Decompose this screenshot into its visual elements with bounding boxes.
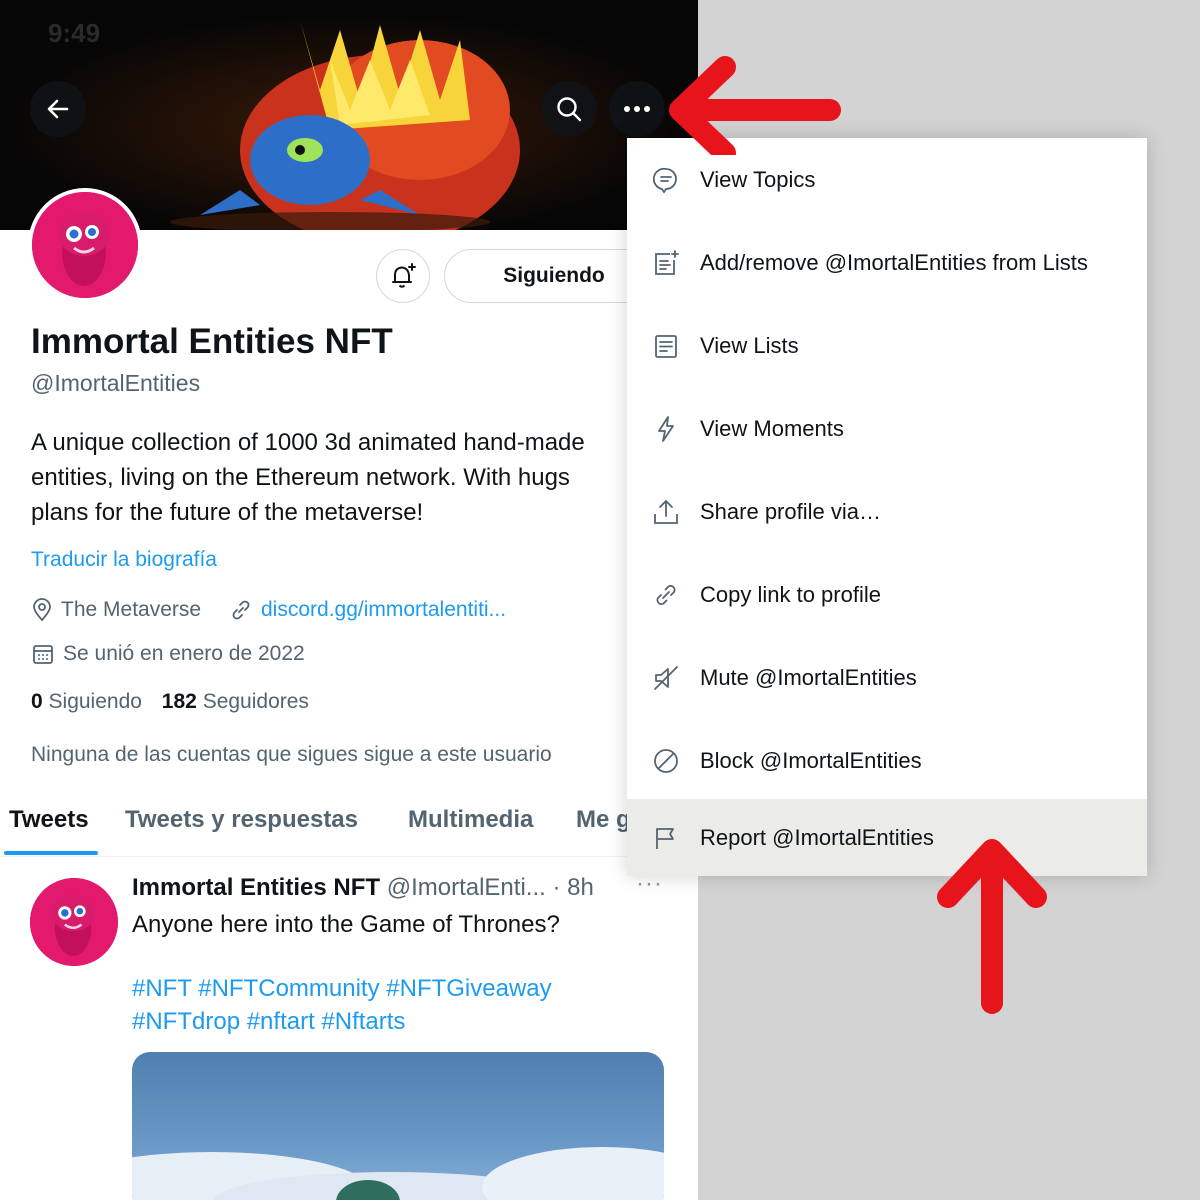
- search-button[interactable]: [541, 81, 597, 137]
- tab-media[interactable]: Multimedia: [408, 806, 533, 834]
- joined-text: Se unió en enero de 2022: [63, 642, 305, 665]
- link-icon: [232, 600, 250, 620]
- menu-item-view-lists[interactable]: View Lists: [627, 304, 1147, 387]
- bio-line: plans for the future of the metaverse!: [31, 499, 424, 526]
- translate-bio-link[interactable]: Traducir la biografía: [31, 548, 217, 572]
- hashtags-line[interactable]: #NFTdrop #nftart #Nftarts: [132, 1005, 552, 1038]
- menu-item-view-moments[interactable]: View Moments: [627, 387, 1147, 470]
- tweet-time: · 8h: [552, 874, 594, 901]
- search-icon: [557, 97, 582, 122]
- avatar-image: [32, 192, 138, 298]
- lightning-icon: [651, 414, 681, 444]
- menu-item-label: View Topics: [700, 166, 816, 192]
- profile-avatar[interactable]: [28, 188, 142, 302]
- website-link[interactable]: discord.gg/immortalentiti...: [261, 598, 506, 622]
- menu-item-label: Block @ImortalEntities: [700, 747, 922, 773]
- share-icon: [651, 497, 681, 527]
- menu-item-label: View Lists: [700, 332, 799, 358]
- tweet-text: Anyone here into the Game of Thrones?: [132, 911, 560, 938]
- menu-item-label: View Moments: [700, 415, 844, 441]
- following-count: 0: [31, 690, 43, 713]
- more-options-button[interactable]: [609, 81, 665, 137]
- tweet-handle: @ImortalEnti...: [386, 874, 546, 901]
- flag-icon: [651, 823, 681, 853]
- notifications-bell-button[interactable]: [376, 249, 430, 303]
- menu-item-label: Share profile via…: [700, 498, 881, 524]
- profile-more-menu: View Topics Add/remove @ImortalEntities …: [627, 138, 1147, 876]
- annotation-arrow-left: [669, 56, 841, 155]
- mute-icon: [651, 663, 681, 693]
- tab-tweets[interactable]: Tweets: [9, 806, 89, 834]
- follow-counts: 0 Siguiendo 182 Seguidores: [31, 690, 309, 714]
- menu-item-mute[interactable]: Mute @ImortalEntities: [627, 636, 1147, 719]
- menu-item-report[interactable]: Report @ImortalEntities: [627, 799, 1147, 876]
- profile-website[interactable]: discord.gg/immortalentiti...: [229, 598, 506, 622]
- menu-item-label: Mute @ImortalEntities: [700, 664, 917, 690]
- following-count-link[interactable]: 0 Siguiendo: [31, 690, 142, 713]
- tweet-media-image[interactable]: [132, 1052, 664, 1200]
- status-time: 9:49: [48, 18, 101, 48]
- tab-likes[interactable]: Me g: [576, 806, 631, 834]
- following-label: Siguiendo: [48, 690, 142, 713]
- back-button[interactable]: [30, 81, 86, 137]
- menu-item-block[interactable]: Block @ImortalEntities: [627, 719, 1147, 802]
- back-arrow-icon: [47, 99, 69, 119]
- bio-line: A unique collection of 1000 3d animated …: [31, 429, 585, 456]
- calendar-icon: [33, 645, 53, 664]
- more-dots-icon: [624, 106, 650, 112]
- hashtags-line[interactable]: #NFT #NFTCommunity #NFTGiveaway: [132, 972, 552, 1005]
- list-add-icon: [651, 248, 681, 278]
- profile-location: The Metaverse: [31, 598, 201, 622]
- followers-count-link[interactable]: 182 Seguidores: [162, 690, 309, 713]
- tweet-avatar[interactable]: [30, 878, 118, 966]
- bio-line: entities, living on the Ethereum network…: [31, 464, 570, 491]
- location-text: The Metaverse: [61, 598, 202, 621]
- menu-item-add-remove-lists[interactable]: Add/remove @ImortalEntities from Lists: [627, 221, 1147, 304]
- location-pin-icon: [33, 598, 51, 622]
- profile-name: Immortal Entities NFT: [31, 322, 393, 361]
- profile-bio: A unique collection of 1000 3d animated …: [31, 425, 585, 530]
- list-icon: [651, 331, 681, 361]
- menu-item-share-profile[interactable]: Share profile via…: [627, 470, 1147, 553]
- annotation-arrow-up: [937, 839, 1047, 1014]
- profile-joined: Se unió en enero de 2022: [31, 642, 305, 666]
- tweet-hashtags: #NFT #NFTCommunity #NFTGiveaway #NFTdrop…: [132, 972, 552, 1038]
- tab-tweets-replies[interactable]: Tweets y respuestas: [125, 806, 358, 834]
- menu-item-label: Report @ImortalEntities: [700, 824, 934, 850]
- tweet-avatar-image: [30, 878, 118, 966]
- menu-item-copy-link[interactable]: Copy link to profile: [627, 553, 1147, 636]
- block-icon: [651, 746, 681, 776]
- tweet-author[interactable]: Immortal Entities NFT: [132, 874, 380, 901]
- topics-icon: [651, 165, 681, 195]
- link-icon: [651, 580, 681, 610]
- profile-handle: @ImortalEntities: [31, 370, 201, 396]
- menu-item-label: Copy link to profile: [700, 581, 881, 607]
- active-tab-indicator: [4, 851, 98, 855]
- followers-count: 182: [161, 690, 197, 713]
- profile-screen: 9:49 Siguiendo Immortal Entities NFT @Im…: [0, 0, 698, 1200]
- tweet-header: Immortal Entities NFT @ImortalEnti... · …: [132, 874, 594, 902]
- bell-plus-icon: [392, 263, 416, 288]
- menu-item-label: Add/remove @ImortalEntities from Lists: [700, 249, 1088, 275]
- followers-label: Seguidores: [202, 690, 309, 713]
- followers-you-know-note: Ninguna de las cuentas que sigues sigue …: [31, 743, 552, 766]
- profile-tabs: Tweets Tweets y respuestas Multimedia Me…: [0, 790, 698, 857]
